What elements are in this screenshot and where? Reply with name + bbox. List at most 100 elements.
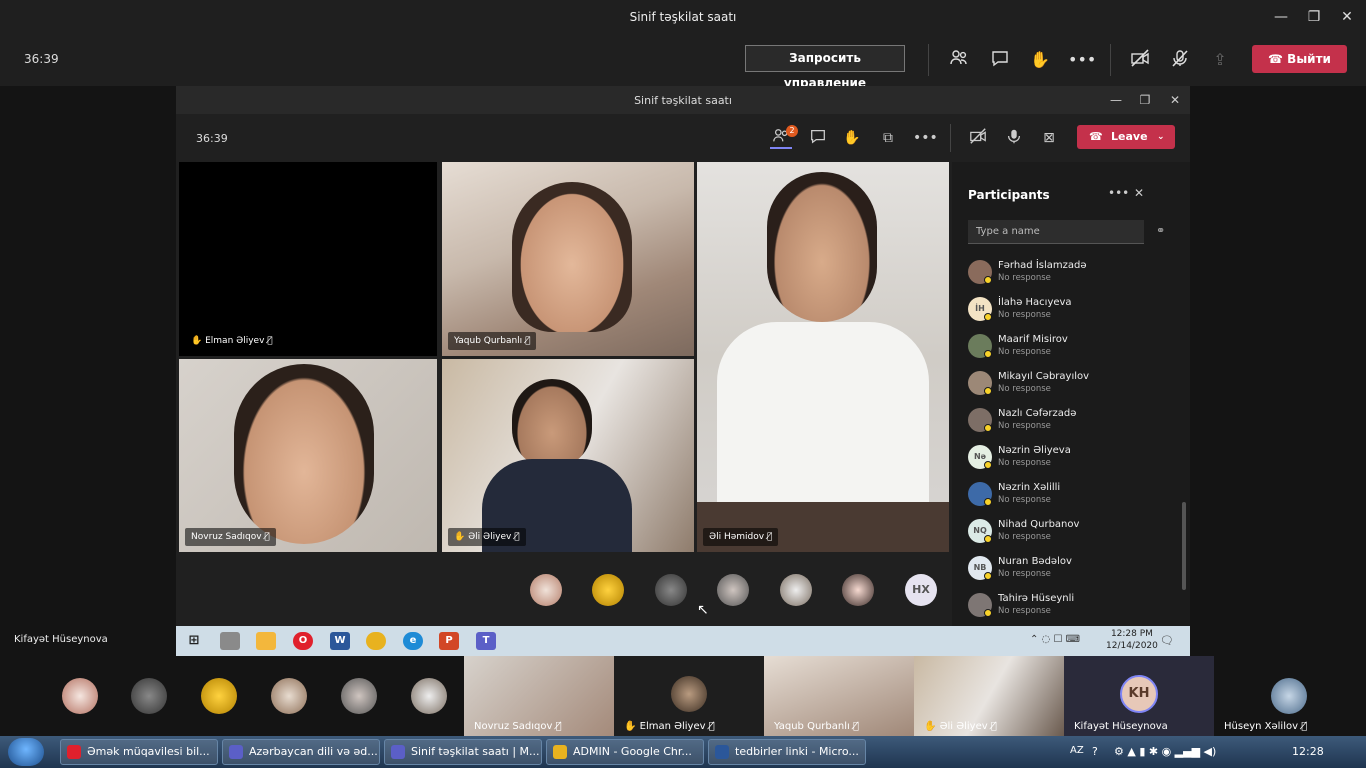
presence-dot xyxy=(984,313,992,321)
panel-scrollbar[interactable] xyxy=(1182,502,1186,590)
camera-off-icon[interactable] xyxy=(1128,48,1152,72)
presence-dot xyxy=(984,461,992,469)
close-icon[interactable]: ✕ xyxy=(1134,186,1144,200)
windows-start-icon[interactable]: ⊞ xyxy=(184,632,204,650)
strip-video-tile[interactable]: Yaqub Qurbanlı 🎙̸ xyxy=(764,656,914,736)
leave-button[interactable]: ☎ Выйти xyxy=(1252,45,1347,73)
participant-list-item[interactable]: Maarif Misirov No response xyxy=(968,332,1178,369)
participant-search-input[interactable] xyxy=(968,220,1144,244)
strip-video-tile[interactable]: Hüseyn Xəlilov 🎙̸ xyxy=(1214,656,1366,736)
chevron-down-icon[interactable]: ⌄ xyxy=(1157,125,1165,149)
participant-name: Nazlı Cəfərzadə xyxy=(998,408,1077,419)
teams-icon[interactable]: T xyxy=(476,632,496,650)
participant-list-item[interactable]: NB Nuran Bədəlov No response xyxy=(968,554,1178,591)
maximize-icon[interactable]: ❐ xyxy=(1303,6,1325,28)
more-options-icon[interactable]: ••• xyxy=(1108,186,1129,200)
minimize-icon[interactable]: — xyxy=(1270,6,1292,28)
video-tile[interactable]: Əli Həmidov 🎙̸ xyxy=(697,162,949,552)
edge-icon[interactable]: e xyxy=(403,632,423,650)
word-icon[interactable]: W xyxy=(330,632,350,650)
presence-dot xyxy=(984,535,992,543)
video-tile[interactable]: Yaqub Qurbanlı 🎙̸ xyxy=(442,162,694,356)
more-options-icon[interactable]: ••• xyxy=(913,127,938,149)
minimize-icon[interactable]: — xyxy=(1107,91,1125,109)
close-icon[interactable]: ✕ xyxy=(1166,91,1184,109)
share-invite-icon[interactable]: ⚭ xyxy=(1156,224,1165,237)
camera-off-icon[interactable] xyxy=(967,127,989,149)
participant-list-item[interactable]: İH İlahə Hacıyeva No response xyxy=(968,295,1178,332)
participant-list-item[interactable]: Mikayıl Cəbrayılov No response xyxy=(968,369,1178,406)
taskbar-button[interactable]: ADMIN - Google Chr... xyxy=(546,739,704,765)
raise-hand-icon[interactable]: ✋ xyxy=(841,127,863,149)
participant-avatar[interactable] xyxy=(592,574,624,606)
presence-dot xyxy=(984,350,992,358)
tray-icons[interactable]: ⚙ ▲ ▮ ✱ ◉ ▂▄▆ ◀) xyxy=(1114,745,1216,758)
participant-avatar[interactable] xyxy=(131,678,167,714)
notifications-icon[interactable]: 🗨 xyxy=(1160,634,1174,647)
mic-off-icon[interactable] xyxy=(1168,48,1192,72)
participant-list-item[interactable]: NQ Nihad Qurbanov No response xyxy=(968,517,1178,554)
language-indicator[interactable]: AZ xyxy=(1070,745,1084,756)
video-tile[interactable]: Novruz Sadıqov 🎙̸ xyxy=(179,359,437,552)
strip-video-tile[interactable]: Novruz Sadıqov 🎙̸ xyxy=(464,656,614,736)
participant-list-item[interactable]: Nəzrin Xəlilli No response xyxy=(968,480,1178,517)
participant-avatar[interactable] xyxy=(201,678,237,714)
file-explorer-icon[interactable] xyxy=(256,632,276,650)
presenter-name: Kifayət Hüseynova xyxy=(14,634,108,645)
participant-list-item[interactable]: Nazlı Cəfərzadə No response xyxy=(968,406,1178,443)
raise-hand-icon[interactable]: ✋ xyxy=(1028,48,1052,72)
participant-avatar-initials[interactable]: HX xyxy=(905,574,937,606)
chat-icon[interactable] xyxy=(807,127,829,149)
participant-avatar[interactable] xyxy=(411,678,447,714)
participants-icon[interactable] xyxy=(947,48,971,72)
inner-leave-button[interactable]: ☎ Leave ⌄ xyxy=(1077,125,1175,149)
participant-status: No response xyxy=(998,569,1051,579)
video-tile[interactable]: ✋ Elman Əliyev 🎙̸ xyxy=(179,162,437,356)
participant-avatar[interactable] xyxy=(62,678,98,714)
participant-list-item[interactable]: Nə Nəzrin Əliyeva No response xyxy=(968,443,1178,480)
app-icon[interactable] xyxy=(220,632,240,650)
tile-label: ✋ Elman Əliyev 🎙̸ xyxy=(185,332,279,350)
taskbar-button[interactable]: Sinif təşkilat saatı | M... xyxy=(384,739,542,765)
raise-hand-icon: ✋ xyxy=(624,721,637,732)
taskbar-button[interactable]: Əmək müqavilesi bil... xyxy=(60,739,218,765)
tray-icons[interactable]: ⌃ ◌ ☐ ⌨ xyxy=(1030,634,1080,645)
participant-name: Maarif Misirov xyxy=(998,334,1068,345)
taskbar-button[interactable]: Azərbaycan dili və əd... xyxy=(222,739,380,765)
mic-off-icon: 🎙̸ xyxy=(1301,721,1308,732)
participant-avatar[interactable] xyxy=(655,574,687,606)
participant-avatar[interactable] xyxy=(717,574,749,606)
video-tile[interactable]: ✋ Əli Əliyev 🎙̸ xyxy=(442,359,694,552)
stop-sharing-icon[interactable]: ⊠ xyxy=(1038,127,1060,149)
os-taskbar: AZ ? ⚙ ▲ ▮ ✱ ◉ ▂▄▆ ◀) 12:28 Əmək müqavil… xyxy=(0,736,1366,768)
taskbar-button[interactable]: tedbirler linki - Micro... xyxy=(708,739,866,765)
participant-avatar[interactable] xyxy=(780,574,812,606)
chat-icon[interactable] xyxy=(988,48,1012,72)
tile-label: ✋ Elman Əliyev 🎙̸ xyxy=(624,721,715,732)
close-icon[interactable]: ✕ xyxy=(1336,6,1358,28)
participant-avatar[interactable] xyxy=(530,574,562,606)
participant-list-item[interactable]: Tahirə Hüseynli No response xyxy=(968,591,1178,628)
chrome-icon[interactable] xyxy=(366,632,386,650)
help-icon[interactable]: ? xyxy=(1092,745,1098,758)
request-control-button[interactable]: Запросить управление xyxy=(745,45,905,90)
powerpoint-icon[interactable]: P xyxy=(439,632,459,650)
more-options-icon[interactable]: ••• xyxy=(1068,48,1096,72)
participant-avatar xyxy=(671,676,707,712)
windows-start-icon[interactable] xyxy=(8,738,44,766)
participant-avatar[interactable] xyxy=(842,574,874,606)
maximize-icon[interactable]: ❐ xyxy=(1136,91,1154,109)
share-screen-icon[interactable]: ⇪ xyxy=(1208,48,1232,72)
strip-video-tile[interactable]: ✋ Elman Əliyev 🎙̸ xyxy=(614,656,764,736)
strip-self-tile[interactable]: KH Kifayət Hüseynova xyxy=(1064,656,1214,736)
shared-taskbar: ⊞ O W e P T ⌃ ◌ ☐ ⌨ 12:28 PM 12/14/2020 🗨 xyxy=(176,626,1190,656)
participant-avatar[interactable] xyxy=(271,678,307,714)
participant-list-item[interactable]: Fərhad İslamzadə No response xyxy=(968,258,1178,295)
breakout-icon[interactable]: ⧉ xyxy=(877,127,899,149)
opera-icon[interactable]: O xyxy=(293,632,313,650)
participant-avatar[interactable] xyxy=(341,678,377,714)
strip-video-tile[interactable]: ✋ Əli Əliyev 🎙̸ xyxy=(914,656,1064,736)
mic-icon[interactable] xyxy=(1003,127,1025,149)
participant-name: Tahirə Hüseynli xyxy=(998,593,1075,604)
meeting-timer: 36:39 xyxy=(24,52,59,66)
